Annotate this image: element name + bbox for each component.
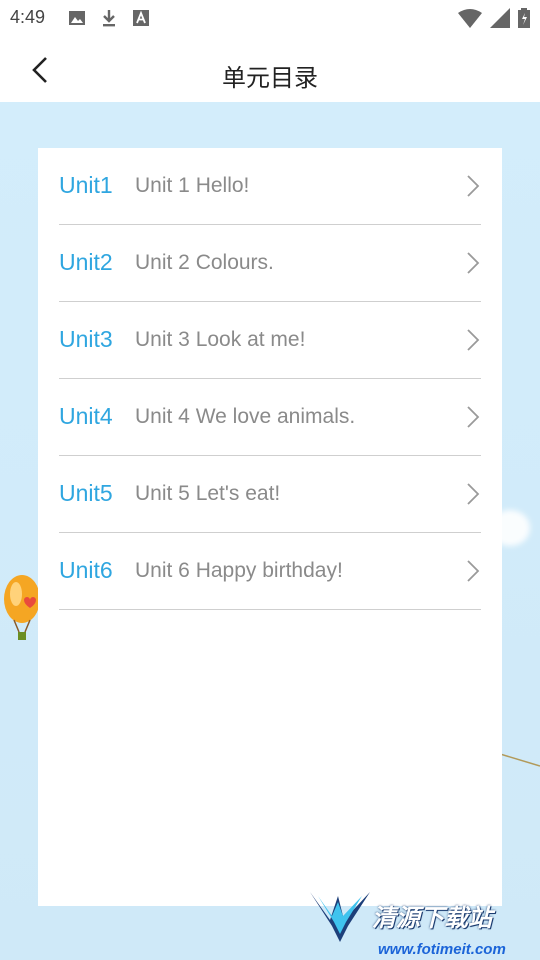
signal-icon <box>490 8 510 33</box>
watermark-url: www.fotimeit.com <box>378 941 506 958</box>
unit-title: Unit 3 Look at me! <box>135 328 306 351</box>
unit-code: Unit6 <box>59 557 113 583</box>
app-header: 单元目录 <box>0 36 540 102</box>
unit-title: Unit 5 Let's eat! <box>135 482 281 505</box>
watermark-name: 清源下载站 <box>372 905 492 932</box>
chevron-right-icon <box>467 406 480 428</box>
status-icons-right <box>458 8 530 33</box>
unit-title: Unit 4 We love animals. <box>135 405 356 428</box>
hot-air-balloon-icon <box>4 575 40 640</box>
status-time: 4:49 <box>10 7 46 27</box>
page-title: 单元目录 <box>222 65 318 92</box>
status-bar: 4:49 <box>0 0 540 36</box>
wifi-icon <box>458 8 482 33</box>
chevron-right-icon <box>467 560 480 582</box>
status-icons-left <box>68 9 150 27</box>
chevron-right-icon <box>467 329 480 351</box>
unit-title: Unit 1 Hello! <box>135 174 250 197</box>
unit-list-card: Unit1 Unit 1 Hello! Unit2 Unit 2 Colours… <box>38 148 502 906</box>
unit-title: Unit 6 Happy birthday! <box>135 559 343 582</box>
unit-code: Unit3 <box>59 326 113 352</box>
unit-list: Unit1 Unit 1 Hello! Unit2 Unit 2 Colours… <box>38 148 502 610</box>
unit-code: Unit2 <box>59 249 113 275</box>
font-icon <box>132 9 150 27</box>
unit-code: Unit1 <box>59 172 113 198</box>
unit-code: Unit5 <box>59 480 113 506</box>
image-icon <box>68 9 86 27</box>
chevron-right-icon <box>467 175 480 197</box>
unit-row-2[interactable]: Unit2 Unit 2 Colours. <box>59 225 481 302</box>
kite-string-decoration <box>500 753 540 767</box>
chevron-right-icon <box>467 252 480 274</box>
unit-title: Unit 2 Colours. <box>135 251 274 274</box>
unit-row-5[interactable]: Unit5 Unit 5 Let's eat! <box>59 456 481 533</box>
unit-row-3[interactable]: Unit3 Unit 3 Look at me! <box>59 302 481 379</box>
watermark-logo-icon <box>310 892 370 942</box>
battery-icon <box>518 8 530 33</box>
chevron-right-icon <box>467 483 480 505</box>
unit-row-1[interactable]: Unit1 Unit 1 Hello! <box>59 148 481 225</box>
unit-row-4[interactable]: Unit4 Unit 4 We love animals. <box>59 379 481 456</box>
unit-row-6[interactable]: Unit6 Unit 6 Happy birthday! <box>59 533 481 610</box>
unit-code: Unit4 <box>59 403 113 429</box>
download-icon <box>100 9 118 27</box>
